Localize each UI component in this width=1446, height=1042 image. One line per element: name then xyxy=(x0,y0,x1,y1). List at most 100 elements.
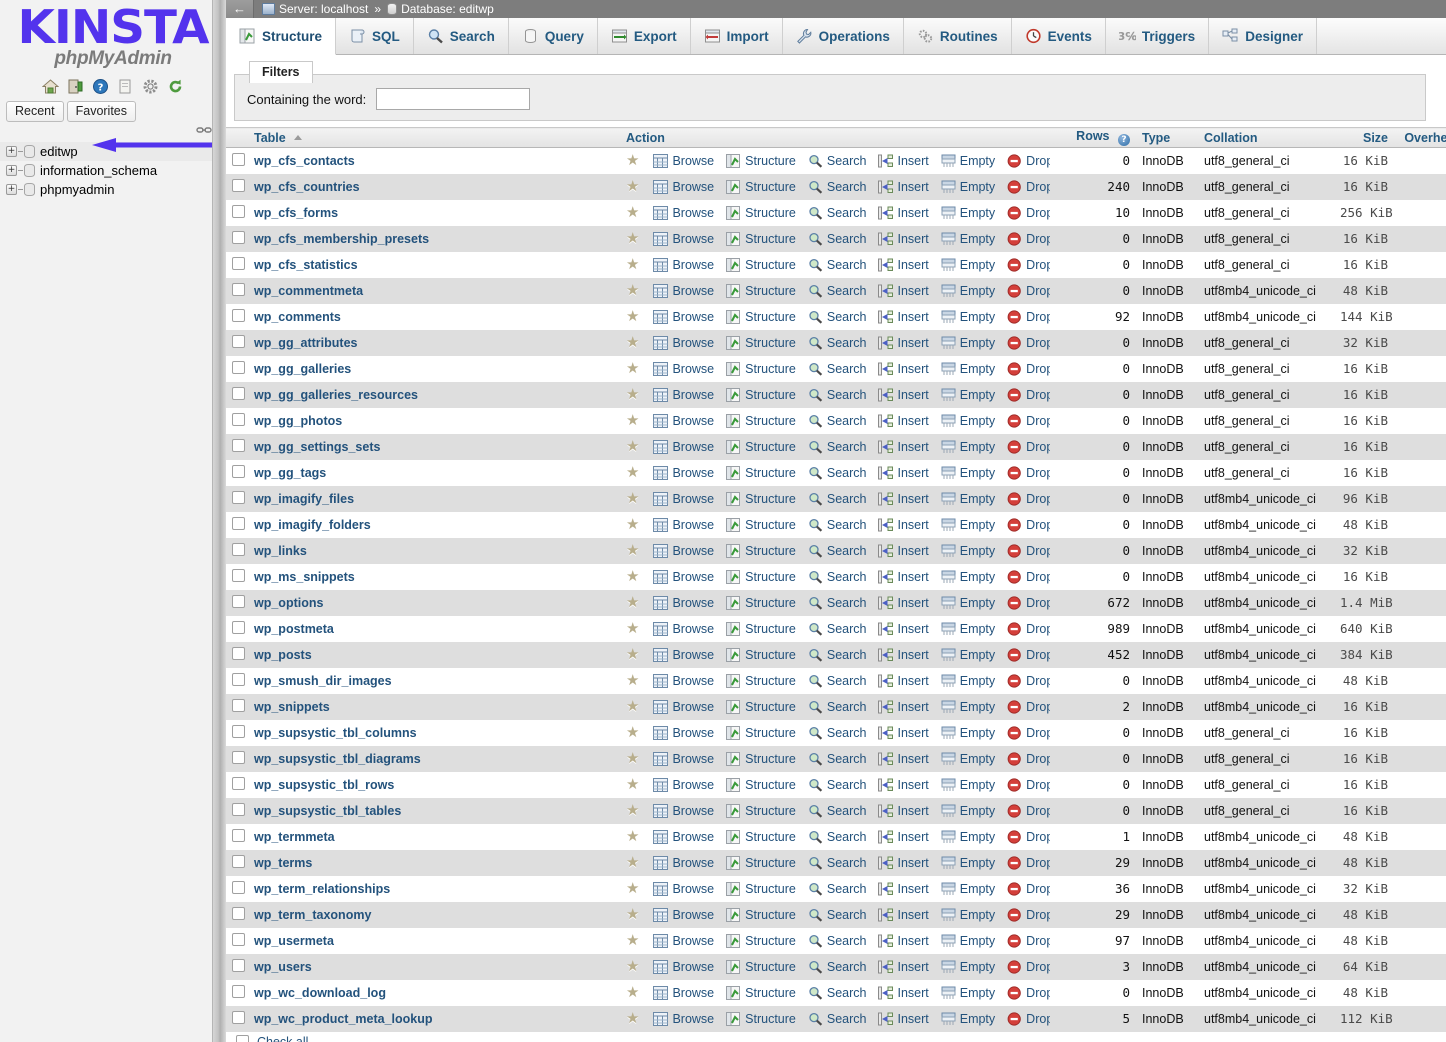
action-drop[interactable]: Drop xyxy=(1007,518,1050,532)
favorite-star-icon[interactable]: ★ xyxy=(626,153,639,168)
table-name-cell[interactable]: wp_cfs_contacts xyxy=(248,148,620,174)
favorite-star-icon[interactable]: ★ xyxy=(626,257,639,272)
action-insert[interactable]: Insert xyxy=(878,362,928,376)
action-drop[interactable]: Drop xyxy=(1007,440,1050,454)
action-structure[interactable]: Structure xyxy=(726,986,796,1000)
action-empty[interactable]: Empty xyxy=(941,232,995,246)
action-search[interactable]: Search xyxy=(808,440,867,454)
action-browse[interactable]: Browse xyxy=(653,804,714,818)
th-collation[interactable]: Collation xyxy=(1198,128,1334,148)
action-search[interactable]: Search xyxy=(808,466,867,480)
action-search[interactable]: Search xyxy=(808,206,867,220)
table-name-link[interactable]: wp_usermeta xyxy=(254,934,334,948)
action-search[interactable]: Search xyxy=(808,622,867,636)
table-row[interactable]: wp_gg_galleries_resources★BrowseStructur… xyxy=(226,382,1446,408)
action-insert[interactable]: Insert xyxy=(878,648,928,662)
table-row[interactable]: wp_postmeta★BrowseStructureSearchInsertE… xyxy=(226,616,1446,642)
action-empty[interactable]: Empty xyxy=(941,570,995,584)
table-name-cell[interactable]: wp_links xyxy=(248,538,620,564)
action-structure[interactable]: Structure xyxy=(726,882,796,896)
table-name-link[interactable]: wp_cfs_contacts xyxy=(254,154,355,168)
action-browse[interactable]: Browse xyxy=(653,752,714,766)
tab-operations[interactable]: Operations xyxy=(783,18,904,54)
action-browse[interactable]: Browse xyxy=(653,362,714,376)
favorite-star-icon[interactable]: ★ xyxy=(626,387,639,402)
table-name-cell[interactable]: wp_gg_attributes xyxy=(248,330,620,356)
action-search[interactable]: Search xyxy=(808,934,867,948)
favorite-star-icon[interactable]: ★ xyxy=(626,699,639,714)
expand-plus-icon[interactable]: + xyxy=(6,165,17,176)
row-checkbox[interactable] xyxy=(232,335,245,348)
table-name-cell[interactable]: wp_gg_galleries_resources xyxy=(248,382,620,408)
action-empty[interactable]: Empty xyxy=(941,284,995,298)
action-empty[interactable]: Empty xyxy=(941,804,995,818)
table-name-link[interactable]: wp_terms xyxy=(254,856,312,870)
table-name-cell[interactable]: wp_wc_product_meta_lookup xyxy=(248,1006,620,1032)
action-empty[interactable]: Empty xyxy=(941,674,995,688)
action-structure[interactable]: Structure xyxy=(726,804,796,818)
table-name-link[interactable]: wp_ms_snippets xyxy=(254,570,355,584)
favorite-star-icon[interactable]: ★ xyxy=(626,985,639,1000)
favorite-star-icon[interactable]: ★ xyxy=(626,933,639,948)
table-row[interactable]: wp_ms_snippets★BrowseStructureSearchInse… xyxy=(226,564,1446,590)
check-all-row[interactable]: Check all xyxy=(226,1032,1432,1042)
action-empty[interactable]: Empty xyxy=(941,388,995,402)
table-row[interactable]: wp_snippets★BrowseStructureSearchInsertE… xyxy=(226,694,1446,720)
favorite-star-icon[interactable]: ★ xyxy=(626,595,639,610)
table-name-cell[interactable]: wp_users xyxy=(248,954,620,980)
action-structure[interactable]: Structure xyxy=(726,700,796,714)
table-name-link[interactable]: wp_wc_product_meta_lookup xyxy=(254,1012,433,1026)
row-select-cell[interactable] xyxy=(226,616,248,642)
action-insert[interactable]: Insert xyxy=(878,284,928,298)
action-search[interactable]: Search xyxy=(808,700,867,714)
action-structure[interactable]: Structure xyxy=(726,544,796,558)
action-browse[interactable]: Browse xyxy=(653,206,714,220)
table-name-cell[interactable]: wp_snippets xyxy=(248,694,620,720)
row-select-cell[interactable] xyxy=(226,902,248,928)
action-browse[interactable]: Browse xyxy=(653,492,714,506)
favorite-star-icon[interactable]: ★ xyxy=(626,283,639,298)
action-empty[interactable]: Empty xyxy=(941,206,995,220)
breadcrumb-database-label[interactable]: Database: editwp xyxy=(401,2,494,16)
action-empty[interactable]: Empty xyxy=(941,414,995,428)
table-row[interactable]: wp_wc_product_meta_lookup★BrowseStructur… xyxy=(226,1006,1446,1032)
action-insert[interactable]: Insert xyxy=(878,440,928,454)
table-row[interactable]: wp_cfs_membership_presets★BrowseStructur… xyxy=(226,226,1446,252)
action-drop[interactable]: Drop xyxy=(1007,622,1050,636)
favorite-star-icon[interactable]: ★ xyxy=(626,855,639,870)
action-insert[interactable]: Insert xyxy=(878,206,928,220)
table-name-cell[interactable]: wp_termmeta xyxy=(248,824,620,850)
action-empty[interactable]: Empty xyxy=(941,518,995,532)
table-row[interactable]: wp_supsystic_tbl_rows★BrowseStructureSea… xyxy=(226,772,1446,798)
action-insert[interactable]: Insert xyxy=(878,882,928,896)
table-name-link[interactable]: wp_cfs_forms xyxy=(254,206,338,220)
table-name-link[interactable]: wp_gg_photos xyxy=(254,414,342,428)
table-name-cell[interactable]: wp_postmeta xyxy=(248,616,620,642)
table-name-link[interactable]: wp_cfs_statistics xyxy=(254,258,358,272)
action-browse[interactable]: Browse xyxy=(653,596,714,610)
row-checkbox[interactable] xyxy=(232,985,245,998)
table-name-link[interactable]: wp_commentmeta xyxy=(254,284,363,298)
action-drop[interactable]: Drop xyxy=(1007,310,1050,324)
action-search[interactable]: Search xyxy=(808,492,867,506)
favorite-star-icon[interactable]: ★ xyxy=(626,959,639,974)
breadcrumb-server-label[interactable]: Server: localhost xyxy=(279,2,368,16)
action-search[interactable]: Search xyxy=(808,596,867,610)
th-table[interactable]: Table xyxy=(248,128,620,148)
action-search[interactable]: Search xyxy=(808,154,867,168)
help-icon[interactable]: ? xyxy=(1118,134,1130,146)
action-insert[interactable]: Insert xyxy=(878,726,928,740)
chain-link-icon[interactable] xyxy=(196,124,212,134)
row-select-cell[interactable] xyxy=(226,148,248,174)
row-checkbox[interactable] xyxy=(232,751,245,764)
action-browse[interactable]: Browse xyxy=(653,882,714,896)
action-structure[interactable]: Structure xyxy=(726,414,796,428)
row-select-cell[interactable] xyxy=(226,512,248,538)
action-drop[interactable]: Drop xyxy=(1007,752,1050,766)
action-browse[interactable]: Browse xyxy=(653,284,714,298)
action-drop[interactable]: Drop xyxy=(1007,492,1050,506)
table-name-cell[interactable]: wp_gg_settings_sets xyxy=(248,434,620,460)
action-insert[interactable]: Insert xyxy=(878,960,928,974)
row-checkbox[interactable] xyxy=(232,881,245,894)
table-row[interactable]: wp_gg_tags★BrowseStructureSearchInsertEm… xyxy=(226,460,1446,486)
